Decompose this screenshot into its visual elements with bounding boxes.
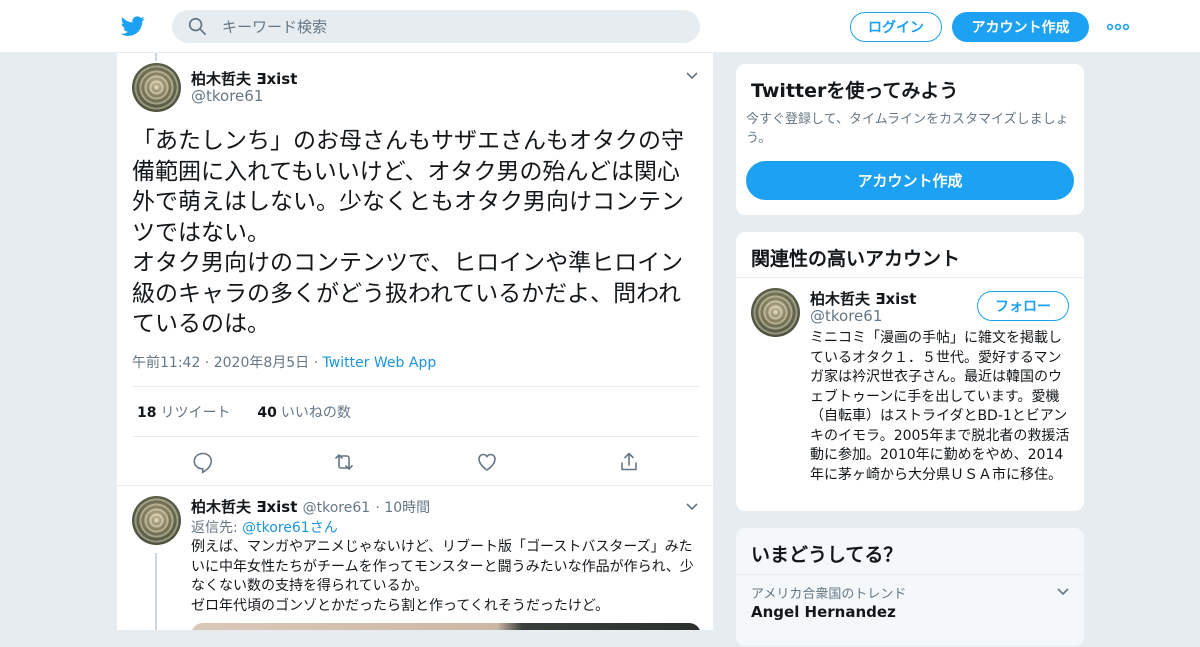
reply-to-handle[interactable]: @tkore61 — [242, 520, 310, 536]
tweet-source-link[interactable]: Twitter Web App — [323, 355, 437, 371]
like-count[interactable]: 40 — [257, 405, 276, 421]
related-card-title: 関連性の高いアカウント — [751, 248, 961, 270]
related-account-name[interactable]: 柏木哲夫 Ǝxist — [810, 288, 916, 309]
reply-age[interactable]: 10時間 — [384, 500, 430, 516]
trends-card-title: いまどうしてる？ — [751, 544, 903, 566]
retweet-icon[interactable] — [332, 450, 356, 474]
reply-author-name[interactable]: 柏木哲夫 Ǝxist — [191, 498, 297, 516]
reply-author[interactable]: 柏木哲夫 Ǝxist @tkore61 · 10時間 — [191, 496, 430, 517]
login-button[interactable]: ログイン — [850, 12, 942, 42]
reply-author-handle[interactable]: @tkore61 — [303, 500, 371, 516]
signup-card: Twitterを使ってみよう 今すぐ登録して、タイムラインをカスタマイズしましょ… — [735, 63, 1085, 216]
reply-to-label: 返信先: — [191, 520, 238, 536]
signup-card-button[interactable]: アカウント作成 — [746, 161, 1074, 200]
share-icon[interactable] — [617, 450, 641, 474]
follow-button[interactable]: フォロー — [977, 291, 1069, 321]
divider — [117, 485, 713, 486]
search-bar[interactable] — [172, 10, 700, 43]
divider — [736, 574, 1084, 575]
signup-card-title: Twitterを使ってみよう — [751, 80, 959, 102]
chevron-down-icon[interactable] — [685, 502, 699, 512]
more-options-icon[interactable] — [1106, 20, 1130, 34]
reply-text: 例えば、マンガやアニメじゃないけど、リブート版「ゴーストバスターズ」みたいに中年… — [191, 539, 694, 614]
divider — [132, 436, 700, 437]
signup-card-subtitle: 今すぐ登録して、タイムラインをカスタマイズしましょう。 — [746, 112, 1069, 146]
twitter-bird-icon[interactable] — [120, 14, 146, 38]
divider — [132, 386, 700, 387]
author-handle[interactable]: @tkore61 — [191, 87, 263, 105]
search-icon — [188, 17, 206, 35]
avatar[interactable] — [132, 63, 181, 112]
like-icon[interactable] — [475, 450, 499, 474]
signup-button[interactable]: アカウント作成 — [952, 12, 1089, 42]
chevron-down-icon[interactable] — [1056, 587, 1070, 597]
reply-to: 返信先: @tkore61さん — [191, 517, 338, 537]
tweet-text: 「あたしンち」のお母さんもサザエさんもオタクの守備範囲に入れてもいいけど、オタク… — [132, 128, 684, 337]
reply-to-suffix: さん — [309, 520, 338, 536]
tweet-time: 午前11:42 — [132, 355, 201, 371]
thread-connector — [155, 553, 157, 630]
chevron-down-icon[interactable] — [685, 71, 699, 81]
tweet-column: 柏木哲夫 Ǝxist @tkore61 「あたしンち」のお母さんもサザエさんもオ… — [116, 53, 714, 630]
related-accounts-card: 関連性の高いアカウント 柏木哲夫 Ǝxist @tkore61 フォロー ミニコ… — [735, 231, 1085, 512]
like-label[interactable]: いいねの数 — [281, 405, 351, 421]
tweet-stats: 18 リツイート 40 いいねの数 — [137, 402, 351, 422]
avatar[interactable] — [132, 496, 181, 545]
trend-context: アメリカ合衆国のトレンド — [751, 587, 907, 602]
reply-icon[interactable] — [191, 450, 215, 474]
tweet-date: 2020年8月5日 — [213, 355, 310, 371]
tweet-timestamp[interactable]: 午前11:42 · 2020年8月5日 · Twitter Web App — [132, 352, 436, 372]
top-navigation-bar: ログイン アカウント作成 — [0, 0, 1200, 53]
divider — [736, 277, 1084, 278]
trend-item[interactable]: Angel Hernandez — [751, 603, 896, 621]
thread-connector — [155, 53, 157, 61]
search-input[interactable] — [222, 10, 682, 43]
related-account-handle[interactable]: @tkore61 — [810, 307, 882, 325]
trends-card: いまどうしてる？ アメリカ合衆国のトレンド Angel Hernandez — [735, 527, 1085, 647]
retweet-count[interactable]: 18 — [137, 405, 156, 421]
avatar[interactable] — [751, 288, 800, 337]
related-account-bio: ミニコミ「漫画の手帖」に雑文を掲載しているオタク１．５世代。愛好するマンガ家は衿… — [810, 330, 1070, 483]
reply-media-image[interactable] — [191, 623, 701, 630]
retweet-label[interactable]: リツイート — [160, 405, 230, 421]
author-name[interactable]: 柏木哲夫 Ǝxist — [191, 68, 297, 89]
